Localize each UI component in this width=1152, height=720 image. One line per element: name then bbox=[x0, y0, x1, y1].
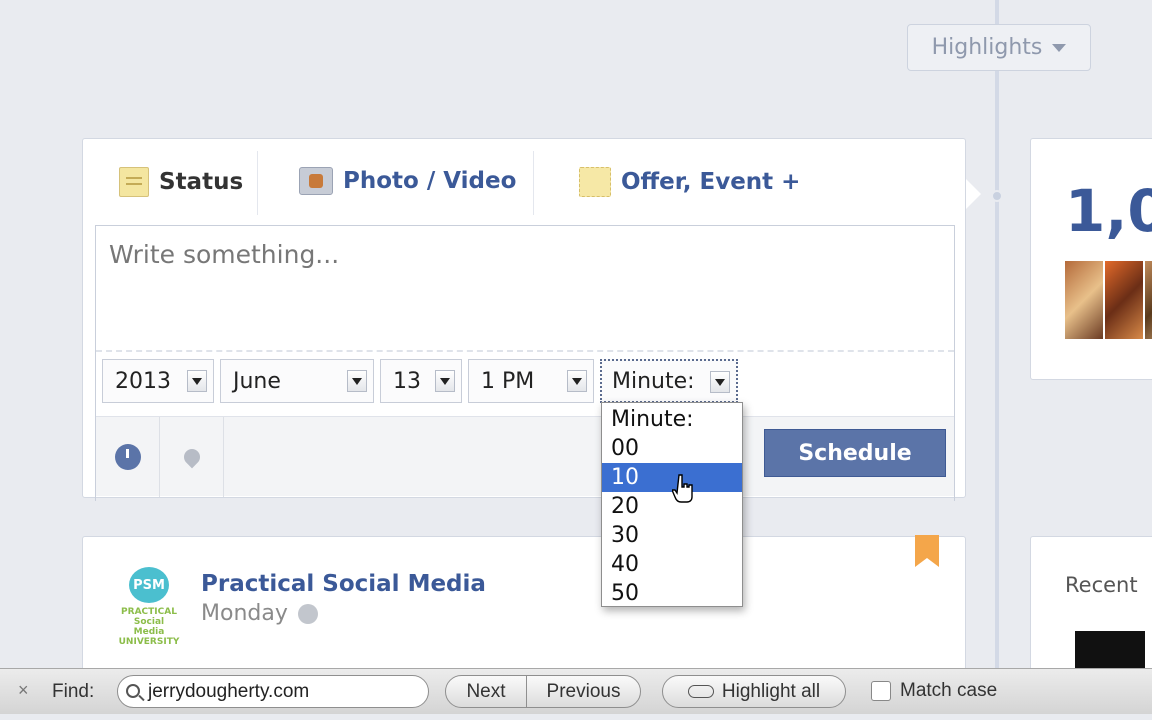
tab-divider bbox=[533, 151, 534, 215]
highlights-dropdown[interactable]: Highlights bbox=[907, 24, 1091, 71]
tab-offer-event[interactable]: Offer, Event + bbox=[579, 167, 800, 197]
match-case-label: Match case bbox=[900, 680, 998, 701]
post-timestamp: Monday bbox=[201, 601, 318, 626]
composer-actions: Schedule bbox=[96, 416, 954, 497]
location-pin-icon bbox=[180, 445, 203, 469]
tab-divider bbox=[257, 151, 258, 215]
minute-option[interactable]: Minute: bbox=[602, 405, 742, 434]
location-button[interactable] bbox=[160, 417, 224, 497]
schedule-button[interactable]: Schedule bbox=[764, 429, 946, 477]
highlight-all-label: Highlight all bbox=[721, 680, 821, 702]
year-select[interactable]: 2013 bbox=[102, 359, 214, 403]
dropdown-arrow-icon bbox=[187, 370, 207, 392]
month-select[interactable]: June bbox=[220, 359, 374, 403]
tab-status[interactable]: Status bbox=[119, 167, 243, 197]
page-name-link[interactable]: Practical Social Media bbox=[201, 571, 486, 597]
tab-offer-event-label: Offer, Event + bbox=[621, 169, 801, 195]
bookmark-icon[interactable] bbox=[915, 535, 939, 567]
dropdown-arrow-icon bbox=[710, 371, 730, 393]
highlights-label: Highlights bbox=[931, 35, 1043, 60]
page-avatar[interactable]: PSM PRACTICAL Social Media UNIVERSITY bbox=[117, 567, 181, 647]
thumbnail[interactable] bbox=[1065, 261, 1103, 339]
minute-select[interactable]: Minute: bbox=[600, 359, 738, 403]
composer-divider bbox=[96, 350, 954, 352]
find-bar: × Find: jerrydougherty.com Next Previous… bbox=[0, 668, 1152, 714]
tab-photo-video[interactable]: Photo / Video bbox=[299, 167, 516, 195]
hand-cursor-icon bbox=[672, 474, 693, 503]
offer-icon bbox=[579, 167, 611, 197]
minute-option[interactable]: 30 bbox=[602, 521, 742, 550]
chevron-down-icon bbox=[1052, 43, 1067, 52]
minute-dropdown-list: Minute: 00 10 20 30 40 50 bbox=[601, 402, 743, 607]
day-select[interactable]: 13 bbox=[380, 359, 462, 403]
thumbnail[interactable] bbox=[1145, 261, 1152, 339]
status-icon bbox=[119, 167, 149, 197]
composer-tabs: Status Photo / Video Offer, Event + bbox=[83, 139, 965, 225]
tab-photo-video-label: Photo / Video bbox=[343, 168, 517, 194]
year-value: 2013 bbox=[115, 368, 171, 394]
status-input[interactable]: Write something... bbox=[109, 240, 339, 269]
post-date-text[interactable]: Monday bbox=[201, 601, 288, 626]
timeline-spine bbox=[995, 0, 999, 670]
likes-card: 1,0 bbox=[1030, 138, 1152, 380]
likes-count[interactable]: 1,0 bbox=[1065, 177, 1152, 245]
tab-status-label: Status bbox=[159, 169, 244, 195]
minute-option[interactable]: 40 bbox=[602, 550, 742, 579]
logo-bubble: PSM bbox=[129, 567, 169, 603]
close-icon[interactable]: × bbox=[18, 680, 29, 701]
day-value: 13 bbox=[393, 368, 421, 394]
hour-value: 1 PM bbox=[481, 368, 535, 394]
match-case-option[interactable]: Match case bbox=[871, 680, 997, 702]
highlight-icon bbox=[687, 685, 714, 698]
page-post-card: PSM PRACTICAL Social Media UNIVERSITY Pr… bbox=[82, 535, 966, 676]
dropdown-arrow-icon bbox=[567, 370, 587, 392]
dropdown-arrow-icon bbox=[347, 370, 367, 392]
minute-option[interactable]: 50 bbox=[602, 579, 742, 608]
match-case-checkbox[interactable] bbox=[871, 681, 891, 701]
find-label: Find: bbox=[52, 681, 95, 702]
thumbnail[interactable] bbox=[1105, 261, 1143, 339]
post-composer: Status Photo / Video Offer, Event + Writ… bbox=[82, 138, 966, 501]
highlight-all-button[interactable]: Highlight all bbox=[662, 675, 846, 708]
find-previous-button[interactable]: Previous bbox=[526, 675, 641, 708]
liker-thumbnails bbox=[1065, 261, 1152, 339]
clock-icon bbox=[114, 444, 141, 470]
composer-pointer bbox=[965, 178, 981, 210]
globe-icon bbox=[297, 603, 318, 624]
timeline-dot bbox=[991, 190, 1003, 202]
month-value: June bbox=[233, 368, 281, 394]
logo-subtext: PRACTICAL Social Media UNIVERSITY bbox=[118, 607, 180, 647]
find-input[interactable]: jerrydougherty.com bbox=[117, 675, 429, 708]
recent-card: Recent bbox=[1030, 536, 1152, 676]
schedule-clock-button[interactable] bbox=[96, 417, 160, 497]
minute-value: Minute: bbox=[612, 368, 695, 394]
minute-option[interactable]: 00 bbox=[602, 434, 742, 463]
hour-select[interactable]: 1 PM bbox=[468, 359, 594, 403]
schedule-date-row: 2013 June 13 1 PM Minute: bbox=[102, 359, 738, 405]
composer-body: Write something... 2013 June 13 1 PM Min… bbox=[95, 225, 955, 501]
find-next-button[interactable]: Next bbox=[445, 675, 527, 708]
dropdown-arrow-icon bbox=[435, 370, 455, 392]
recent-heading: Recent bbox=[1065, 573, 1138, 597]
find-query: jerrydougherty.com bbox=[148, 680, 310, 702]
photo-icon bbox=[299, 167, 333, 195]
search-icon bbox=[126, 684, 140, 698]
